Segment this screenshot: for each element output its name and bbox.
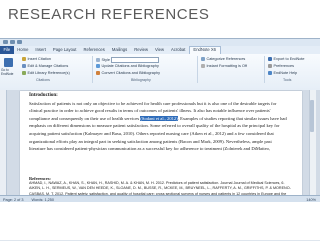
update-icon [96, 64, 100, 68]
edit-library-icon [22, 71, 26, 75]
tab-mailings[interactable]: Mailings [108, 46, 130, 54]
style-dropdown[interactable]: Style [96, 57, 160, 63]
endnote-help-button[interactable]: EndNote Help [268, 71, 297, 75]
update-citations-button[interactable]: Update Citations and Bibliography [96, 64, 159, 68]
export-to-endnote-button[interactable]: Export to EndNote [268, 57, 305, 61]
scrollbar-thumb[interactable] [310, 100, 314, 132]
redo-icon[interactable] [17, 40, 22, 44]
ribbon-group-citations: Go to EndNote Insert Citation Edit & Man… [0, 56, 93, 83]
tab-review[interactable]: Review [131, 46, 152, 54]
style-select[interactable] [111, 57, 160, 63]
save-icon[interactable] [3, 40, 8, 44]
tab-insert[interactable]: Insert [32, 46, 49, 54]
tab-acrobat[interactable]: Acrobat [167, 46, 188, 54]
tab-file[interactable]: File [0, 46, 14, 54]
insert-citation-icon [22, 57, 26, 61]
ribbon-group-label-bibliography: Bibliography [131, 78, 151, 82]
export-icon [268, 57, 272, 61]
instant-formatting-icon [201, 64, 205, 68]
slide-bottom-area [0, 202, 320, 240]
help-icon [268, 71, 272, 75]
slide-title: RESEARCH REFERENCES [8, 6, 210, 23]
tab-endnote[interactable]: EndNote X6 [188, 46, 221, 54]
tab-view[interactable]: View [151, 46, 167, 54]
categorize-icon [201, 57, 205, 61]
endnote-logo-icon[interactable] [4, 58, 13, 67]
convert-citations-button[interactable]: Convert Citations and Bibliography [96, 71, 160, 75]
ribbon-group-manage: Categorize References Instant Formatting… [198, 56, 265, 83]
preferences-icon [268, 64, 272, 68]
convert-icon [96, 71, 100, 75]
intro-paragraph: Satisfaction of patients is not only an … [29, 100, 287, 152]
ribbon-group-tools: Export to EndNote Preferences EndNote He… [265, 56, 320, 83]
document-body[interactable]: Introduction: Satisfaction of patients i… [29, 92, 287, 153]
undo-icon[interactable] [10, 40, 15, 44]
tab-home[interactable]: Home [14, 46, 32, 54]
insert-citation-button[interactable]: Insert Citation [22, 57, 51, 61]
go-to-endnote-button[interactable]: Go to EndNote [1, 68, 19, 76]
ribbon-tabs: File Home Insert Page Layout References … [0, 46, 320, 54]
word-count[interactable]: Words: 1,250 [31, 198, 54, 202]
page-count[interactable]: Page: 2 of 3 [3, 198, 23, 202]
tab-page-layout[interactable]: Page Layout [49, 46, 80, 54]
ribbon-group-label-citations: Citations [36, 78, 50, 82]
ribbon-group-bibliography: Style Update Citations and Bibliography … [93, 56, 198, 83]
tab-references[interactable]: References [80, 46, 108, 54]
edit-citations-icon [22, 64, 26, 68]
instant-formatting-button[interactable]: Instant Formatting is Off [201, 64, 247, 68]
intro-heading: Introduction: [29, 93, 58, 98]
ribbon: Go to EndNote Insert Citation Edit & Man… [0, 54, 320, 91]
zoom-level[interactable]: 140% [306, 198, 316, 202]
categorize-references-button[interactable]: Categorize References [201, 57, 245, 61]
edit-citations-button[interactable]: Edit & Manage Citations [22, 64, 68, 68]
ribbon-group-label-tools: Tools [283, 78, 292, 82]
selected-citation[interactable]: (Sodani et al., 2012) [140, 115, 178, 121]
edit-library-button[interactable]: Edit Library Reference(s) [22, 71, 70, 75]
style-icon [96, 58, 100, 62]
vertical-ruler [0, 90, 7, 195]
preferences-button[interactable]: Preferences [268, 64, 294, 68]
